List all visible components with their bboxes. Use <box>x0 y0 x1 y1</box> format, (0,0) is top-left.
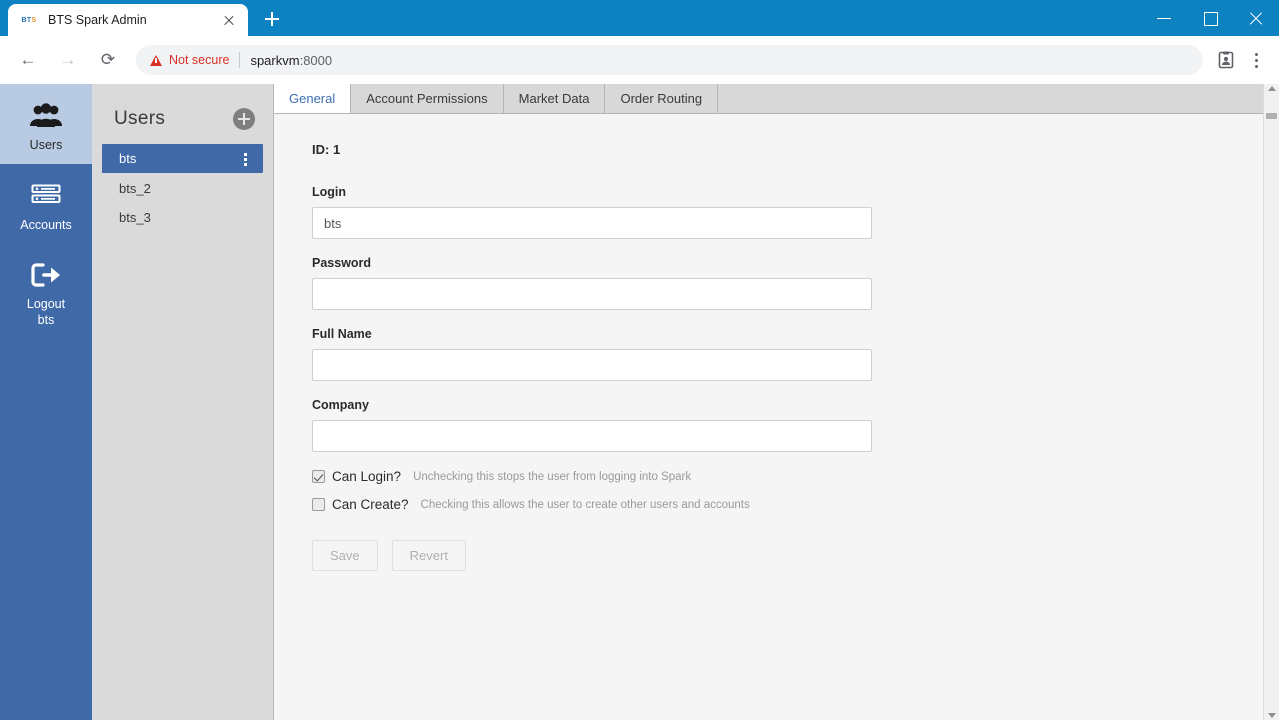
full-name-input[interactable] <box>312 349 872 381</box>
minimize-icon[interactable] <box>1141 0 1187 36</box>
tab-bar-filler <box>718 84 1263 113</box>
users-group-icon <box>29 96 63 136</box>
form-actions: Save Revert <box>312 540 1263 571</box>
page-viewport: Users Accounts Logout bts Users bts bts_… <box>0 84 1279 720</box>
kebab-menu-icon[interactable] <box>238 150 252 168</box>
sidebar-item-accounts[interactable]: Accounts <box>0 164 92 244</box>
left-nav-rail: Users Accounts Logout bts <box>0 84 92 720</box>
maximize-icon[interactable] <box>1187 0 1233 36</box>
company-input[interactable] <box>312 420 872 452</box>
address-bar[interactable]: Not secure sparkvm:8000 <box>136 45 1203 75</box>
full-name-label: Full Name <box>312 327 372 341</box>
list-item-label: bts <box>119 151 137 166</box>
window-controls <box>1141 0 1279 36</box>
revert-button[interactable]: Revert <box>391 540 466 571</box>
can-create-label: Can Create? <box>332 497 409 512</box>
sidebar-item-users[interactable]: Users <box>0 84 92 164</box>
sidebar-item-label: Users <box>29 138 63 152</box>
page-title: Users <box>114 108 166 129</box>
list-item[interactable]: bts_3 <box>102 203 263 231</box>
tab-order-routing[interactable]: Order Routing <box>605 84 719 113</box>
can-login-row: Can Login? Unchecking this stops the use… <box>312 469 1263 484</box>
list-item-label: bts_2 <box>119 180 151 196</box>
sidebar-item-logout[interactable]: Logout bts <box>0 243 92 338</box>
browser-titlebar: BTS BTS Spark Admin <box>0 0 1279 36</box>
can-create-hint: Checking this allows the user to create … <box>420 498 750 511</box>
reload-icon[interactable]: ⟳ <box>92 44 124 76</box>
login-input[interactable] <box>312 207 872 239</box>
sidebar-item-label: Logout bts <box>27 297 65 328</box>
can-login-checkbox[interactable] <box>312 470 325 483</box>
tab-strip: BTS BTS Spark Admin <box>0 0 287 36</box>
user-id-label: ID: 1 <box>312 142 341 157</box>
back-arrow-icon[interactable]: ← <box>12 44 44 76</box>
server-stack-icon <box>31 176 61 216</box>
password-label: Password <box>312 256 372 270</box>
warning-triangle-icon <box>150 54 162 66</box>
user-general-form: ID: 1 Login Password Full Name Company <box>274 114 1263 571</box>
plus-circle-icon[interactable] <box>233 108 255 130</box>
omnibox-divider <box>239 52 241 68</box>
logout-arrow-icon <box>29 255 63 295</box>
can-login-hint: Unchecking this stops the user from logg… <box>413 470 692 483</box>
sidebar-item-label: Accounts <box>20 217 72 232</box>
kebab-menu-icon[interactable] <box>1241 45 1271 75</box>
new-tab-button[interactable] <box>257 4 287 34</box>
browser-tab-title: BTS Spark Admin <box>48 13 147 27</box>
sidebar-item-logout-user: bts <box>37 312 55 327</box>
browser-window: BTS BTS Spark Admin ← → ⟳ Not secure spa… <box>0 0 1279 720</box>
can-login-label: Can Login? <box>332 469 402 484</box>
main-content: General Account Permissions Market Data … <box>274 84 1263 720</box>
security-status-label: Not secure <box>169 53 230 67</box>
field-group-full-name: Full Name <box>312 327 1263 381</box>
list-item[interactable]: bts_2 <box>102 174 263 202</box>
company-label: Company <box>312 398 369 412</box>
scrollbar-thumb[interactable] <box>1265 113 1277 119</box>
forward-arrow-icon[interactable]: → <box>52 44 84 76</box>
tab-account-permissions[interactable]: Account Permissions <box>351 84 504 113</box>
page-scrollbar[interactable] <box>1263 84 1279 720</box>
tab-general[interactable]: General <box>274 84 352 113</box>
users-list-panel: Users bts bts_2 bts_3 <box>92 84 274 720</box>
close-icon[interactable] <box>1233 0 1279 36</box>
close-icon[interactable] <box>218 9 240 31</box>
tab-market-data[interactable]: Market Data <box>503 84 606 113</box>
list-item[interactable]: bts <box>102 144 263 173</box>
can-create-checkbox[interactable] <box>312 498 325 511</box>
users-panel-header: Users <box>92 84 273 144</box>
login-label: Login <box>312 185 347 199</box>
field-group-company: Company <box>312 398 1263 452</box>
browser-tab[interactable]: BTS BTS Spark Admin <box>8 4 248 36</box>
save-button[interactable]: Save <box>312 540 378 571</box>
browser-toolbar: ← → ⟳ Not secure sparkvm:8000 <box>0 36 1279 84</box>
bts-favicon: BTS <box>20 11 38 29</box>
url-host: sparkvm <box>250 52 300 68</box>
profile-card-icon[interactable] <box>1211 45 1241 75</box>
url-port: :8000 <box>299 52 333 68</box>
password-input[interactable] <box>312 278 872 310</box>
list-item-label: bts_3 <box>119 209 151 225</box>
can-create-row: Can Create? Checking this allows the use… <box>312 497 1263 512</box>
sidebar-item-logout-label: Logout <box>26 297 66 312</box>
field-group-login: Login <box>312 185 1263 239</box>
tab-bar: General Account Permissions Market Data … <box>274 84 1263 113</box>
field-group-password: Password <box>312 256 1263 310</box>
scrollbar-track[interactable] <box>1264 91 1279 713</box>
scroll-down-icon[interactable] <box>1267 713 1276 718</box>
